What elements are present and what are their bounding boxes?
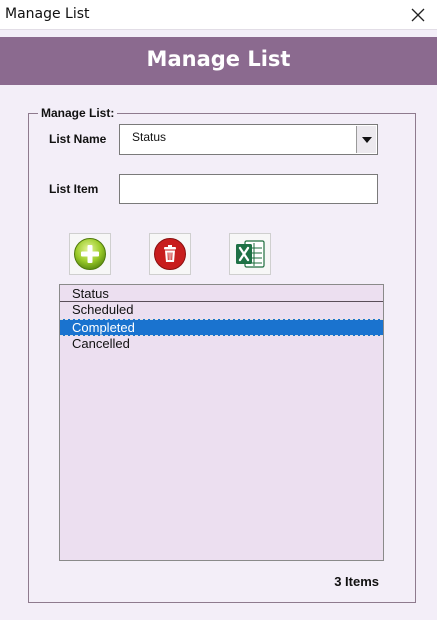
list-item-field[interactable] xyxy=(119,174,378,204)
list-header: Status xyxy=(60,285,383,302)
list-item-label: List Item xyxy=(49,182,99,196)
list-item-input[interactable] xyxy=(120,175,377,203)
delete-button[interactable] xyxy=(149,233,191,275)
page-title: Manage List xyxy=(146,47,291,71)
window-titlebar: Manage List xyxy=(0,0,437,30)
list-item-scheduled[interactable]: Scheduled xyxy=(60,302,383,319)
window-title: Manage List xyxy=(5,6,90,22)
excel-icon xyxy=(236,240,265,268)
list-item-completed[interactable]: Completed xyxy=(60,319,383,336)
close-button[interactable] xyxy=(405,2,431,28)
chevron-down-icon xyxy=(361,136,372,143)
plus-circle-icon xyxy=(74,238,106,270)
group-label: Manage List: xyxy=(38,106,118,120)
item-count: 3 Items xyxy=(334,574,379,589)
page-header: Manage List xyxy=(0,37,437,85)
close-icon xyxy=(411,8,425,22)
list-name-value: Status xyxy=(132,130,167,144)
list-name-dropdown-button[interactable] xyxy=(356,126,376,153)
list-name-label: List Name xyxy=(49,132,107,146)
list-item-cancelled[interactable]: Cancelled xyxy=(60,336,383,353)
trash-icon xyxy=(154,238,186,270)
export-excel-button[interactable] xyxy=(229,233,271,275)
list-items-box[interactable]: Status Scheduled Completed Cancelled xyxy=(59,284,384,561)
list-name-combobox[interactable]: Status xyxy=(119,124,378,155)
add-button[interactable] xyxy=(69,233,111,275)
